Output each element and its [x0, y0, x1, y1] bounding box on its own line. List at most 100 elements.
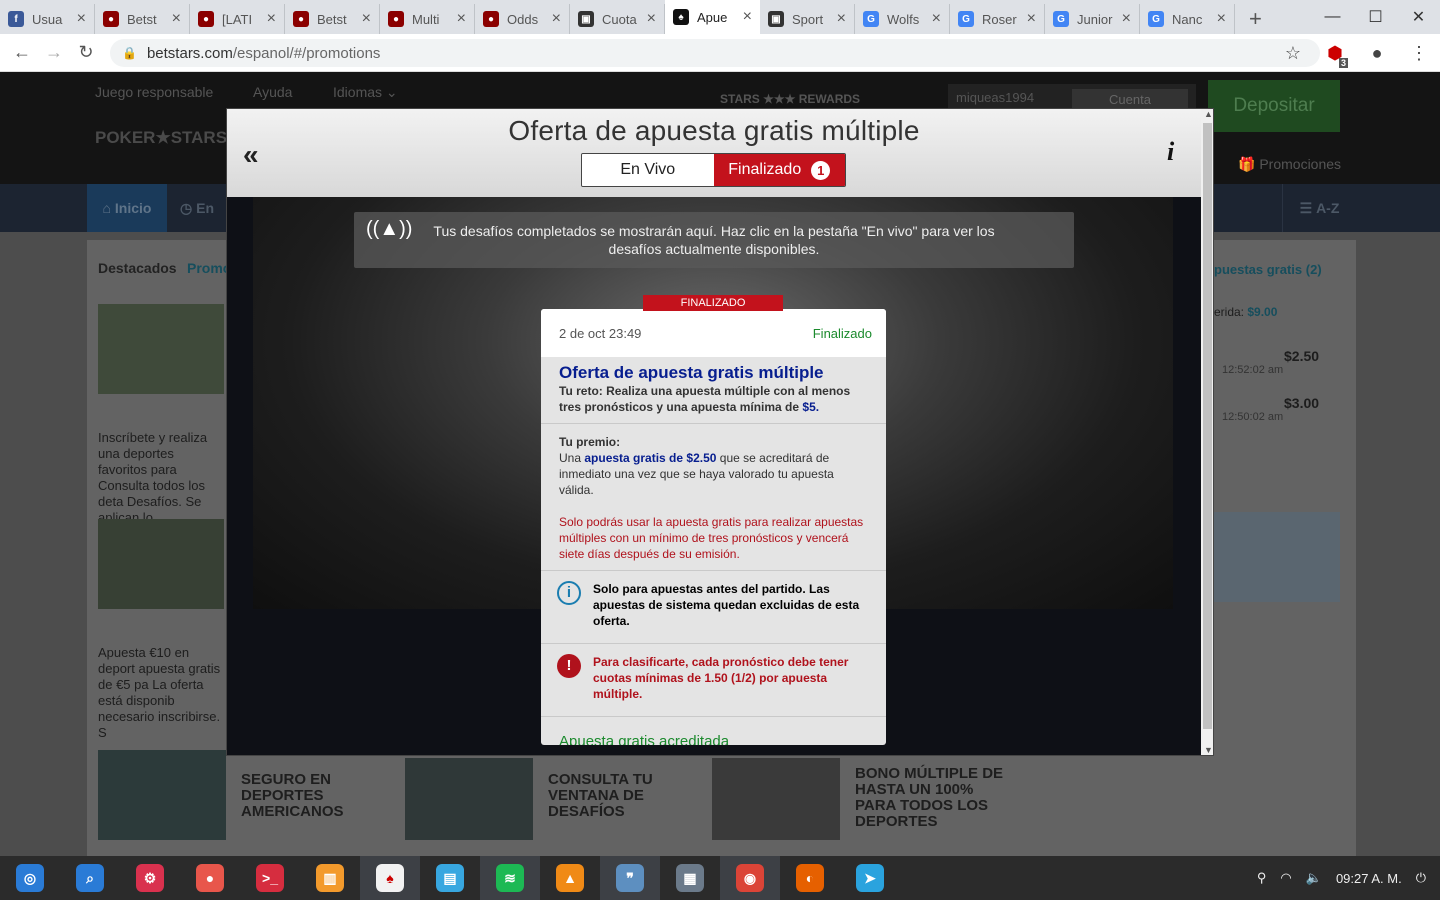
usb-icon[interactable]: ⚲ — [1257, 870, 1267, 886]
tab-finished[interactable]: Finalizado 1 — [713, 154, 845, 186]
extension-icon[interactable]: ⬢ 3 — [1314, 43, 1356, 68]
taskbar-app[interactable]: ◉ — [720, 856, 780, 900]
close-tab-icon[interactable]: × — [362, 10, 371, 28]
browser-tab[interactable]: ● [LATI × — [190, 4, 285, 34]
browser-tab[interactable]: G Wolfs × — [855, 4, 950, 34]
card-title-challenges[interactable]: CONSULTA TU VENTANA DE DESAFÍOS — [548, 772, 698, 820]
taskbar-app[interactable]: ● — [180, 856, 240, 900]
close-window-icon[interactable]: ✕ — [1397, 0, 1440, 34]
minimize-icon[interactable]: — — [1311, 0, 1354, 34]
nav-live[interactable]: ◷ En — [180, 200, 214, 217]
browser-tab[interactable]: G Junior × — [1045, 4, 1140, 34]
browser-tab[interactable]: ▣ Cuota × — [570, 4, 665, 34]
stars-rewards-logo[interactable]: STARS ★★★ REWARDS — [720, 92, 860, 106]
browser-tab[interactable]: ▣ Sport × — [760, 4, 855, 34]
taskbar-app[interactable]: ♠ — [360, 856, 420, 900]
betstars-icon: ● — [103, 11, 119, 27]
link-languages[interactable]: Idiomas ⌄ — [333, 84, 398, 101]
close-tab-icon[interactable]: × — [267, 10, 276, 28]
alert-note-text: Para clasificarte, cada pronóstico debe … — [593, 655, 849, 701]
close-tab-icon[interactable]: × — [77, 10, 86, 28]
promotions-label: Promociones — [1259, 156, 1342, 172]
card-title-bonus[interactable]: BONO MÚLTIPLE DE HASTA UN 100% PARA TODO… — [855, 766, 1005, 830]
tab-destacados[interactable]: Destacados — [98, 260, 177, 276]
taskbar-app[interactable]: ▲ — [540, 856, 600, 900]
nav-home[interactable]: ⌂ Inicio — [87, 184, 167, 232]
card-thumb-challenges[interactable] — [405, 758, 533, 840]
right-tab-freebets[interactable]: puestas gratis (2) — [1214, 262, 1322, 277]
nav-az[interactable]: ☰ A-Z — [1282, 184, 1356, 232]
browser-tab[interactable]: ● Odds × — [475, 4, 570, 34]
taskbar-app[interactable]: ≋ — [480, 856, 540, 900]
taskbar-app[interactable]: ◐ — [780, 856, 840, 900]
card-thumb-american[interactable] — [98, 750, 226, 840]
close-tab-icon[interactable]: × — [743, 8, 752, 26]
chrome-icon: ◉ — [736, 864, 764, 892]
taskbar-app[interactable]: ⚙ — [120, 856, 180, 900]
close-tab-icon[interactable]: × — [1217, 10, 1226, 28]
deposit-button[interactable]: Depositar — [1208, 80, 1340, 132]
close-tab-icon[interactable]: × — [552, 10, 561, 28]
promotions-link[interactable]: 🎁 Promociones — [1238, 156, 1341, 173]
forward-icon[interactable]: → — [38, 42, 70, 63]
back-icon[interactable]: ← — [6, 42, 38, 63]
taskbar-app[interactable]: ◎ — [0, 856, 60, 900]
challenge-card: 2 de oct 23:49 Finalizado Oferta de apue… — [541, 309, 886, 745]
card-thumb-bonus[interactable] — [712, 758, 840, 840]
taskbar-app[interactable]: ⌕ — [60, 856, 120, 900]
tab-live[interactable]: En Vivo — [582, 154, 714, 186]
finished-count-badge: 1 — [811, 160, 831, 180]
link-help[interactable]: Ayuda — [253, 84, 292, 100]
taskbar-app[interactable]: ▦ — [660, 856, 720, 900]
scroll-down-icon[interactable]: ▼ — [1204, 745, 1213, 755]
prize-link[interactable]: apuesta gratis de $2.50 — [584, 451, 716, 465]
promo-text-2: Apuesta €10 en deport apuesta gratis de … — [98, 645, 221, 740]
address-bar[interactable]: 🔒 betstars.com/espanol/#/promotions — [110, 39, 1320, 67]
scroll-up-icon[interactable]: ▲ — [1204, 109, 1213, 119]
volume-icon[interactable]: 🔈 — [1306, 870, 1322, 886]
promo-thumb-247[interactable] — [98, 519, 224, 609]
card-title-american[interactable]: SEGURO EN DEPORTES AMERICANOS — [241, 772, 391, 820]
browser-tab[interactable]: ● Betst × — [285, 4, 380, 34]
close-tab-icon[interactable]: × — [932, 10, 941, 28]
google-icon: G — [1053, 11, 1069, 27]
promo-thumb-soccer[interactable] — [98, 304, 224, 394]
taskbar-app[interactable]: ▤ — [420, 856, 480, 900]
browser-tab[interactable]: G Nanc × — [1140, 4, 1235, 34]
browser-tab[interactable]: ● Multi × — [380, 4, 475, 34]
new-tab-button[interactable]: + — [1235, 4, 1276, 34]
browser-tab[interactable]: f Usua × — [0, 4, 95, 34]
stars-rewards-banner[interactable] — [1214, 512, 1340, 602]
taskbar-app[interactable]: >_ — [240, 856, 300, 900]
browser-tab[interactable]: G Roser × — [950, 4, 1045, 34]
scroll-thumb[interactable] — [1203, 123, 1212, 729]
link-responsible[interactable]: Juego responsable — [95, 84, 213, 100]
close-tab-icon[interactable]: × — [457, 10, 466, 28]
prize-pre: Una — [559, 451, 582, 465]
close-tab-icon[interactable]: × — [1122, 10, 1131, 28]
back-chevron-icon[interactable]: « — [243, 139, 259, 171]
clock[interactable]: 09:27 A. M. — [1336, 871, 1402, 886]
close-tab-icon[interactable]: × — [837, 10, 846, 28]
modal-scrollbar[interactable]: ▲ ▼ — [1201, 109, 1213, 755]
taskbar-app[interactable]: ➤ — [840, 856, 900, 900]
info-icon[interactable]: i — [1167, 137, 1174, 167]
power-icon[interactable]: ⏻ — [1416, 870, 1426, 886]
archive-icon: ▥ — [316, 864, 344, 892]
profile-icon[interactable]: ● — [1356, 43, 1398, 64]
taskbar-app[interactable]: ▥ — [300, 856, 360, 900]
menu-icon[interactable]: ⋮ — [1398, 43, 1440, 64]
close-tab-icon[interactable]: × — [1027, 10, 1036, 28]
bookmark-star-icon[interactable]: ☆ — [1272, 43, 1314, 64]
wifi-icon[interactable]: ◠ — [1280, 870, 1291, 886]
tab-title: Cuota — [602, 11, 637, 27]
browser-tab[interactable]: ● Betst × — [95, 4, 190, 34]
browser-tab[interactable]: ♠ Apue × — [665, 0, 760, 34]
close-tab-icon[interactable]: × — [647, 10, 656, 28]
pokerstars-logo[interactable]: POKER★STARS — [95, 128, 227, 148]
maximize-icon[interactable]: ☐ — [1354, 0, 1397, 34]
taskbar-app[interactable]: ❞ — [600, 856, 660, 900]
close-tab-icon[interactable]: × — [172, 10, 181, 28]
tab-promociones[interactable]: Promo — [187, 260, 231, 276]
reload-icon[interactable]: ↻ — [70, 42, 102, 63]
